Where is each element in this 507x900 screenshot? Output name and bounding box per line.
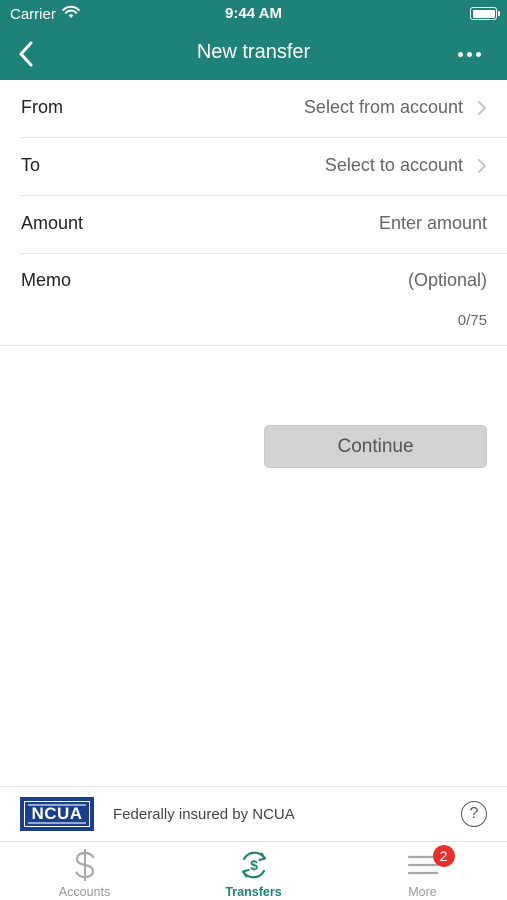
insured-text: Federally insured by NCUA bbox=[113, 806, 295, 823]
transfer-form: From Select from account To Select to ac… bbox=[0, 80, 507, 346]
amount-label: Amount bbox=[21, 213, 84, 233]
chevron-left-icon bbox=[19, 41, 33, 67]
to-account-row[interactable]: To Select to account bbox=[20, 138, 507, 196]
ellipsis-icon bbox=[457, 51, 463, 57]
chevron-right-icon bbox=[478, 101, 486, 115]
battery-icon bbox=[470, 7, 500, 20]
notification-badge: 2 bbox=[432, 845, 455, 867]
app-header: Carrier 9:44 AM New transfer bbox=[0, 0, 507, 80]
tab-bar: Accounts $ Transfers More 2 bbox=[0, 841, 507, 900]
tab-accounts[interactable]: Accounts bbox=[0, 842, 169, 900]
transfer-dollar-icon: $ bbox=[237, 846, 271, 884]
from-account-value: Select from account bbox=[303, 97, 463, 117]
ncua-logo: NCUA bbox=[20, 797, 94, 831]
dollar-icon bbox=[73, 846, 97, 884]
help-button[interactable]: ? bbox=[461, 801, 487, 827]
from-label: From bbox=[21, 97, 63, 117]
svg-text:$: $ bbox=[250, 857, 258, 873]
back-button[interactable] bbox=[8, 36, 44, 72]
tab-label: Transfers bbox=[225, 885, 282, 899]
page-title: New transfer bbox=[196, 41, 311, 63]
clock: 9:44 AM bbox=[225, 5, 282, 22]
tab-transfers[interactable]: $ Transfers bbox=[169, 842, 338, 900]
status-bar: Carrier 9:44 AM bbox=[0, 0, 507, 28]
memo-field[interactable]: Memo (Optional) 0/75 bbox=[0, 254, 507, 346]
to-label: To bbox=[21, 155, 41, 175]
ncua-logo-text: NCUA bbox=[31, 804, 83, 823]
nav-bar: New transfer bbox=[0, 28, 507, 80]
from-account-row[interactable]: From Select from account bbox=[20, 80, 507, 138]
tab-more[interactable]: More 2 bbox=[338, 842, 507, 900]
memo-placeholder: (Optional) bbox=[407, 270, 487, 290]
amount-field[interactable]: Amount Enter amount bbox=[20, 196, 507, 254]
continue-button[interactable]: Continue bbox=[264, 425, 487, 468]
ncua-insurance-bar: NCUA Federally insured by NCUA ? bbox=[0, 786, 507, 841]
to-account-value: Select to account bbox=[324, 155, 463, 175]
tab-label: More bbox=[408, 885, 437, 899]
amount-placeholder: Enter amount bbox=[378, 213, 487, 233]
memo-label: Memo bbox=[21, 270, 72, 290]
chevron-right-icon bbox=[478, 159, 486, 173]
memo-char-counter: 0/75 bbox=[457, 312, 487, 329]
tab-label: Accounts bbox=[58, 885, 111, 899]
more-options-button[interactable] bbox=[451, 40, 487, 68]
